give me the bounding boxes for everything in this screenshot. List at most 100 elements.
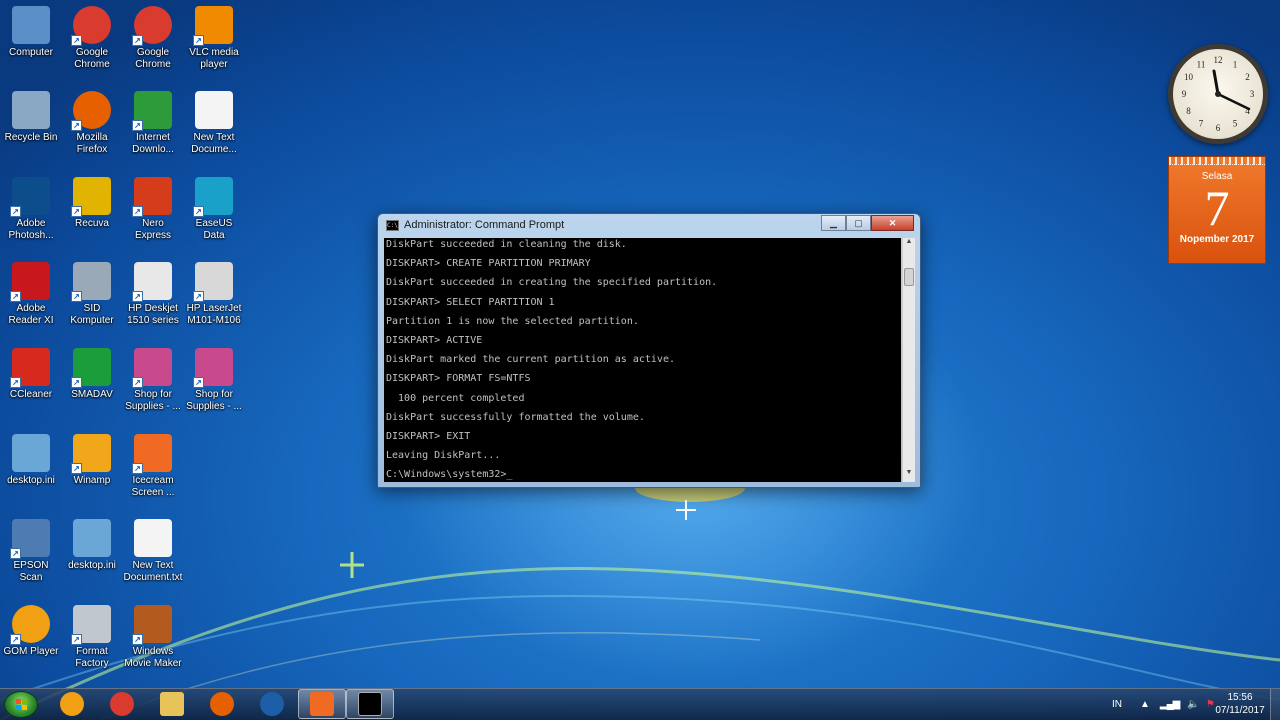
desktop-shortcut[interactable]: ↗ Format Factory: [62, 605, 122, 670]
desktop-shortcut[interactable]: ↗ HP Deskjet 1510 series: [123, 262, 183, 327]
computer-icon: [12, 6, 50, 44]
volume-icon[interactable]: 🔈: [1187, 699, 1199, 710]
shortcut-arrow-icon: ↗: [10, 634, 21, 645]
desktop-shortcut[interactable]: ↗ VLC media player: [184, 6, 244, 71]
desktop-shortcut-label: New Text Document.txt: [123, 560, 183, 583]
taskbar-explorer[interactable]: [148, 689, 196, 719]
desktop-shortcut[interactable]: ↗ Nero Express: [123, 177, 183, 242]
desktop-shortcut[interactable]: ↗ GOM Player: [1, 605, 61, 658]
show-desktop-button[interactable]: [1270, 689, 1280, 720]
desktop-shortcut[interactable]: ↗ Adobe Reader XI: [1, 262, 61, 327]
desktop-shortcut[interactable]: ↗ Mozilla Firefox: [62, 91, 122, 156]
taskbar-gom-player[interactable]: [48, 689, 96, 719]
desktop-shortcut-label: Shop for Supplies - ...: [125, 389, 181, 412]
system-tray: IN ▲ ▂▄▆ 🔈 ⚑: [1112, 689, 1215, 719]
desktop-shortcut[interactable]: ↗ Shop for Supplies - ...: [123, 348, 183, 413]
shortcut-arrow-icon: ↗: [132, 463, 143, 474]
vlc-icon: ↗: [193, 6, 233, 46]
desktop-shortcut[interactable]: New Text Document.txt: [123, 519, 183, 584]
shortcut-arrow-icon: ↗: [71, 634, 82, 645]
console-line: 100 percent completed: [386, 392, 525, 404]
desktop-shortcut[interactable]: ↗ Windows Movie Maker: [123, 605, 183, 670]
desktop-shortcut[interactable]: ↗ Icecream Screen ...: [123, 434, 183, 499]
clock-numeral: 5: [1233, 118, 1238, 128]
console-line: DISKPART> EXIT: [386, 430, 471, 442]
desktop-shortcut[interactable]: ↗ Google Chrome: [123, 6, 183, 71]
shortcut-arrow-icon: ↗: [10, 548, 21, 559]
desktop-shortcut[interactable]: Computer: [1, 6, 61, 59]
desktop-shortcut[interactable]: ↗ SMADAV: [62, 348, 122, 401]
clock-numeral: 11: [1197, 60, 1206, 70]
taskbar-cmd[interactable]: [346, 689, 394, 719]
shortcut-arrow-icon: ↗: [10, 206, 21, 217]
desktop-shortcut[interactable]: ↗ Google Chrome: [62, 6, 122, 71]
start-button[interactable]: [4, 691, 38, 718]
desktop-shortcut[interactable]: ↗ EPSON Scan: [1, 519, 61, 584]
desktop-shortcut-label: desktop.ini: [68, 560, 116, 571]
calendar-gadget[interactable]: Selasa 7 Nopember 2017: [1168, 156, 1266, 264]
hour-hand: [1212, 69, 1220, 96]
close-button[interactable]: ✕: [871, 215, 914, 231]
desktop-shortcut[interactable]: ↗ CCleaner: [1, 348, 61, 401]
settings-file-icon: [73, 519, 111, 557]
desktop-shortcut[interactable]: desktop.ini: [62, 519, 122, 572]
window-title-bar[interactable]: C:\ Administrator: Command Prompt: [386, 219, 564, 231]
show-hidden-icons-icon[interactable]: ▲: [1140, 699, 1150, 710]
settings-file-icon: [12, 434, 50, 472]
desktop-shortcut[interactable]: ↗ Shop for Supplies - ...: [184, 348, 244, 413]
desktop-shortcut[interactable]: desktop.ini: [1, 434, 61, 487]
maximize-button[interactable]: ▢: [846, 215, 871, 231]
scroll-thumb[interactable]: [904, 268, 914, 286]
network-signal-icon[interactable]: ▂▄▆: [1160, 699, 1180, 710]
media-player-icon: [260, 692, 284, 716]
calendar-month: Nopember 2017: [1179, 234, 1255, 245]
photoshop-icon: ↗: [10, 177, 50, 217]
taskbar-firefox[interactable]: [198, 689, 246, 719]
console-line: DiskPart succeeded in cleaning the disk.: [386, 239, 627, 250]
desktop-shortcut-label: Shop for Supplies - ...: [186, 389, 242, 412]
console-line: DiskPart succeeded in creating the speci…: [386, 277, 718, 289]
desktop-shortcut[interactable]: ↗ SID Komputer: [62, 262, 122, 327]
text-document-icon: [195, 91, 233, 129]
desktop-shortcut[interactable]: ↗ HP LaserJet M101-M106: [184, 262, 244, 327]
desktop-shortcut-label: GOM Player: [3, 646, 59, 657]
scanner-icon: ↗: [10, 519, 50, 559]
shortcut-arrow-icon: ↗: [132, 35, 143, 46]
gom-player-icon: [60, 692, 84, 716]
minimize-button[interactable]: ▁: [821, 215, 846, 231]
desktop-shortcut[interactable]: New Text Docume...: [184, 91, 244, 156]
shortcut-arrow-icon: ↗: [71, 377, 82, 388]
desktop-shortcut[interactable]: Recycle Bin: [1, 91, 61, 144]
desktop-shortcut[interactable]: ↗ Winamp: [62, 434, 122, 487]
icecream-icon: [310, 692, 334, 716]
desktop-shortcut[interactable]: ↗EaseUS Data Recovery ...: [184, 177, 244, 242]
printer-icon: ↗: [193, 262, 233, 302]
desktop-shortcut-label: HP LaserJet M101-M106: [186, 303, 242, 326]
clock-numeral: 6: [1216, 123, 1221, 133]
printer-icon: ↗: [132, 262, 172, 302]
desktop-shortcut-label: HP Deskjet 1510 series: [127, 303, 179, 326]
scroll-down-arrow-icon[interactable]: ▼: [903, 469, 915, 482]
chrome-icon: [110, 692, 134, 716]
firefox-icon: ↗: [71, 91, 111, 131]
taskbar-media-player[interactable]: [248, 689, 296, 719]
shortcut-arrow-icon: ↗: [71, 35, 82, 46]
clock-center: [1215, 91, 1221, 97]
clock-gadget[interactable]: 11 10 9 8 7 6 5 4 3 2 1 12: [1168, 44, 1268, 144]
desktop-shortcut-label: Format Factory: [75, 646, 109, 669]
scroll-up-arrow-icon[interactable]: ▲: [903, 238, 915, 251]
taskbar-clock[interactable]: 15:56 07/11/2017: [1214, 691, 1266, 717]
console-output[interactable]: DiskPart succeeded in cleaning the disk.…: [384, 238, 901, 482]
taskbar-icecream[interactable]: [298, 689, 346, 719]
command-prompt-window[interactable]: C:\ Administrator: Command Prompt ▁ ▢ ✕ …: [377, 213, 921, 488]
taskbar-time: 15:56: [1227, 692, 1253, 703]
desktop-shortcut[interactable]: ↗ Adobe Photosh...: [1, 177, 61, 242]
chrome-icon: ↗: [132, 6, 172, 46]
desktop-shortcut[interactable]: ↗ Internet Downlo...: [123, 91, 183, 156]
calendar-date: 7: [1204, 180, 1230, 236]
taskbar-chrome[interactable]: [98, 689, 146, 719]
vertical-scrollbar[interactable]: ▲ ▼: [902, 238, 915, 482]
clock-numeral: 7: [1199, 118, 1204, 128]
language-indicator[interactable]: IN: [1112, 699, 1122, 710]
desktop-shortcut[interactable]: ↗ Recuva: [62, 177, 122, 230]
